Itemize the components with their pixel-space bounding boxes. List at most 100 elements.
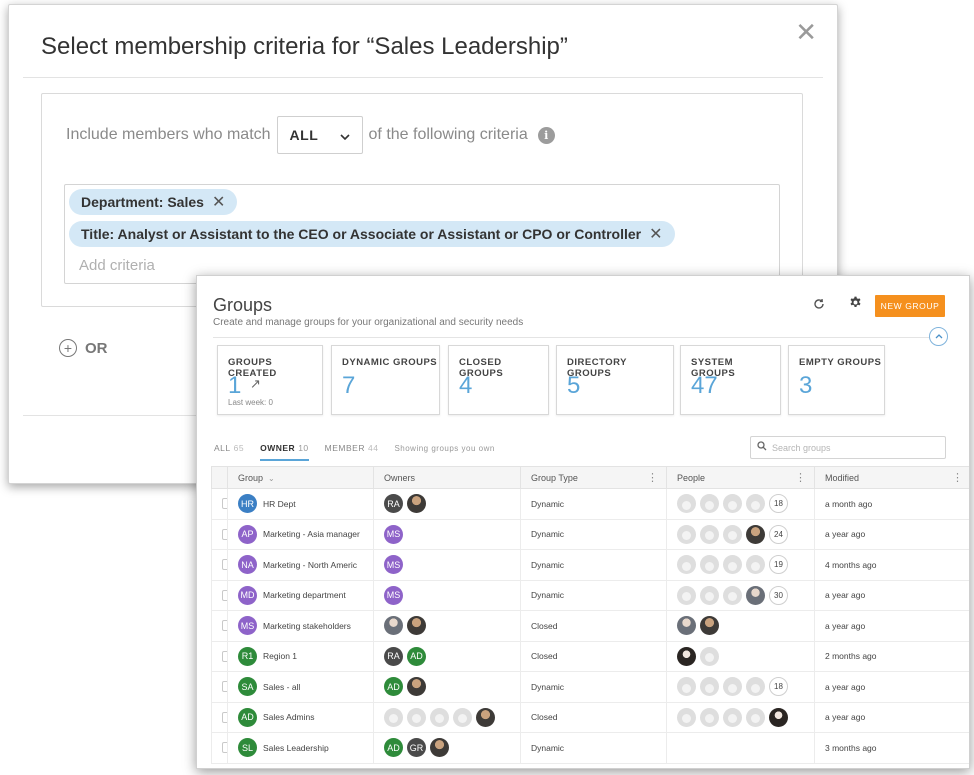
column-type[interactable]: Group Type ⋮ xyxy=(520,466,667,489)
modified-date: a year ago xyxy=(814,671,969,703)
plus-circle-icon: + xyxy=(59,339,77,357)
match-line: Include members who match ALL of the fol… xyxy=(66,116,555,154)
criteria-input[interactable]: Department: Sales ✕ Title: Analyst or As… xyxy=(64,184,780,284)
add-criteria-placeholder[interactable]: Add criteria xyxy=(79,257,155,274)
card-label: DYNAMIC GROUPS xyxy=(342,357,438,368)
remove-tag-icon[interactable]: ✕ xyxy=(212,192,225,212)
groups-window: Groups Create and manage groups for your… xyxy=(196,275,970,769)
stat-card-empty[interactable]: EMPTY GROUPS 3 xyxy=(788,345,885,415)
person-photo-avatar xyxy=(677,616,696,636)
person-placeholder-avatar xyxy=(723,585,742,605)
column-owners[interactable]: Owners xyxy=(373,466,521,489)
info-icon[interactable]: i xyxy=(537,126,555,144)
group-avatar: MS xyxy=(238,616,257,636)
group-name[interactable]: Sales - all xyxy=(263,682,300,692)
table-row[interactable]: SA Sales - all AD Dynamic 18 a year ago xyxy=(211,671,969,703)
page-subtitle: Create and manage groups for your organi… xyxy=(213,317,524,328)
criteria-tag: Department: Sales ✕ xyxy=(69,189,238,215)
row-checkbox[interactable] xyxy=(222,650,227,662)
column-label: Owners xyxy=(384,472,416,483)
people-count-badge[interactable]: 30 xyxy=(769,585,788,605)
group-name[interactable]: Region 1 xyxy=(263,651,297,661)
column-menu-icon[interactable]: ⋮ xyxy=(647,471,658,484)
tab-owner[interactable]: OWNER 10 xyxy=(260,443,309,461)
row-checkbox[interactable] xyxy=(222,498,227,510)
refresh-icon[interactable] xyxy=(813,297,825,313)
stat-card-directory[interactable]: DIRECTORY GROUPS 5 xyxy=(556,345,674,415)
people-count-badge[interactable]: 18 xyxy=(769,494,788,514)
row-checkbox[interactable] xyxy=(222,711,227,723)
person-photo-avatar xyxy=(746,524,765,544)
people-count-badge[interactable]: 24 xyxy=(769,524,788,544)
group-name[interactable]: HR Dept xyxy=(263,499,296,509)
people-count-badge[interactable]: 19 xyxy=(769,555,788,575)
criteria-tag: Title: Analyst or Assistant to the CEO o… xyxy=(69,221,675,247)
modified-date: 3 months ago xyxy=(814,732,969,764)
tab-all[interactable]: ALL 65 xyxy=(214,443,244,461)
table-row[interactable]: AD Sales Admins Closed a year ago xyxy=(211,701,969,733)
table-row[interactable]: MS Marketing stakeholders Closed a year a… xyxy=(211,610,969,642)
row-checkbox[interactable] xyxy=(222,589,227,601)
match-mode-select[interactable]: ALL xyxy=(276,116,363,154)
column-group[interactable]: Group ⌄ xyxy=(227,466,374,489)
tab-member[interactable]: MEMBER 44 xyxy=(325,443,379,461)
column-modified[interactable]: Modified ⋮ xyxy=(814,466,969,489)
owner-photo-avatar xyxy=(407,677,426,697)
person-placeholder-avatar xyxy=(700,585,719,605)
stat-card-closed[interactable]: CLOSED GROUPS 4 xyxy=(448,345,549,415)
stat-card-dynamic[interactable]: DYNAMIC GROUPS 7 xyxy=(331,345,440,415)
search-box[interactable] xyxy=(750,436,946,459)
add-or-group-button[interactable]: + OR xyxy=(59,339,108,357)
group-type: Closed xyxy=(520,610,667,642)
search-input[interactable] xyxy=(772,442,932,453)
row-checkbox[interactable] xyxy=(222,742,227,754)
row-checkbox[interactable] xyxy=(222,620,227,632)
group-name[interactable]: Sales Leadership xyxy=(263,743,329,753)
group-avatar: HR xyxy=(238,494,257,514)
table-row[interactable]: R1 Region 1 RA AD Closed 2 months ago xyxy=(211,640,969,672)
owner-avatar: RA xyxy=(384,646,403,666)
stat-card-system[interactable]: SYSTEM GROUPS 47 xyxy=(680,345,781,415)
tab-label: OWNER xyxy=(260,443,296,453)
owner-avatar: AD xyxy=(384,677,403,697)
table-row[interactable]: NA Marketing - North Americ MS Dynamic 19… xyxy=(211,549,969,581)
owner-avatar: GR xyxy=(407,738,426,758)
collapse-icon[interactable] xyxy=(929,327,948,346)
person-placeholder-avatar xyxy=(746,555,765,575)
row-checkbox[interactable] xyxy=(222,681,227,693)
column-label: Group xyxy=(238,472,264,483)
group-type: Dynamic xyxy=(520,488,667,520)
owner-avatar: MS xyxy=(384,524,403,544)
page-title: Groups xyxy=(213,295,273,315)
person-placeholder-avatar xyxy=(700,524,719,544)
row-checkbox[interactable] xyxy=(222,559,227,571)
people-count-badge[interactable]: 18 xyxy=(769,677,788,697)
close-icon[interactable]: ✕ xyxy=(795,19,817,45)
group-name[interactable]: Marketing stakeholders xyxy=(263,621,351,631)
remove-tag-icon[interactable]: ✕ xyxy=(649,224,662,244)
group-name[interactable]: Marketing department xyxy=(263,590,346,600)
group-name[interactable]: Sales Admins xyxy=(263,712,315,722)
card-value: 4 xyxy=(459,372,473,399)
group-name[interactable]: Marketing - Asia manager xyxy=(263,529,360,539)
table-row[interactable]: SL Sales Leadership AD GR Dynamic 3 months… xyxy=(211,732,969,764)
person-placeholder-avatar xyxy=(746,707,765,727)
table-row[interactable]: HR HR Dept RA Dynamic 18 a month ago xyxy=(211,488,969,520)
new-group-button[interactable]: NEW GROUP xyxy=(875,295,945,317)
gear-icon[interactable] xyxy=(849,296,862,312)
row-checkbox[interactable] xyxy=(222,528,227,540)
owner-avatar: RA xyxy=(384,494,403,514)
chevron-down-icon[interactable]: ⌄ xyxy=(268,474,275,483)
owner-photo-avatar xyxy=(407,494,426,514)
card-label: EMPTY GROUPS xyxy=(799,357,882,368)
column-menu-icon[interactable]: ⋮ xyxy=(795,471,806,484)
person-placeholder-avatar xyxy=(677,707,696,727)
stat-card-groups-created[interactable]: GROUPS CREATED 1 ↗ Last week: 0 xyxy=(217,345,323,415)
person-photo-avatar xyxy=(769,707,788,727)
table-row[interactable]: AP Marketing - Asia manager MS Dynamic 24… xyxy=(211,518,969,550)
table-row[interactable]: MD Marketing department MS Dynamic 30 a y… xyxy=(211,579,969,611)
column-people[interactable]: People ⋮ xyxy=(666,466,815,489)
group-name[interactable]: Marketing - North Americ xyxy=(263,560,357,570)
person-photo-avatar xyxy=(700,616,719,636)
column-menu-icon[interactable]: ⋮ xyxy=(952,471,963,484)
